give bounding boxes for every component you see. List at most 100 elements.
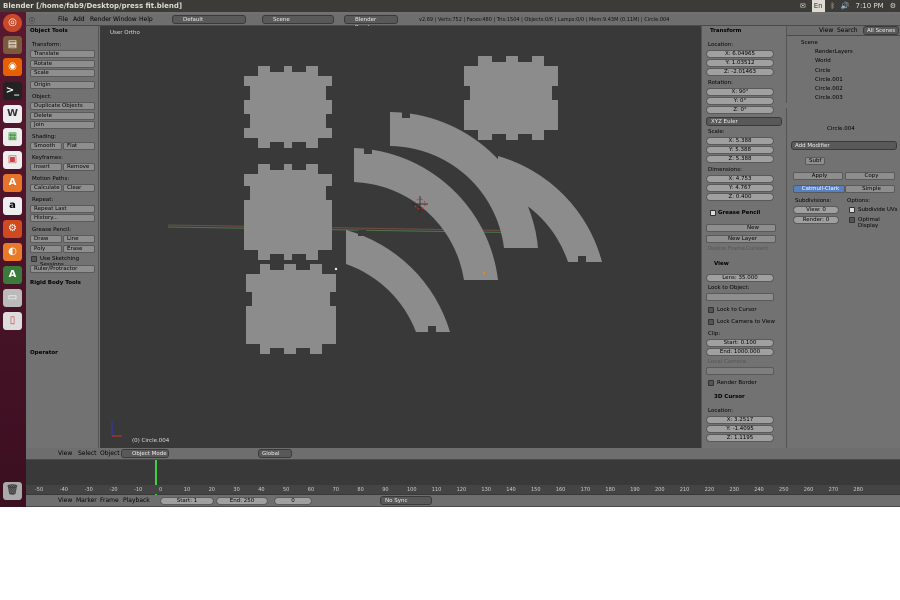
rigid-body-tools-title[interactable]: Rigid Body Tools xyxy=(30,280,81,286)
end-frame-field[interactable]: End: 250 xyxy=(216,497,268,505)
origin-button[interactable]: Origin xyxy=(30,81,95,89)
render-border-checkbox[interactable] xyxy=(708,380,714,386)
timeline-playback-menu[interactable]: Playback xyxy=(123,497,150,504)
ruler-button[interactable]: Ruler/Protractor xyxy=(30,265,95,273)
lens-field[interactable]: Lens: 35.000 xyxy=(706,274,774,282)
copy-button[interactable]: Copy xyxy=(845,172,895,180)
rotate-button[interactable]: Rotate xyxy=(30,60,95,68)
view-panel-title[interactable]: View xyxy=(714,261,729,267)
clear-button[interactable]: Clear xyxy=(63,184,95,192)
outliner-view-menu[interactable]: View xyxy=(819,27,833,34)
join-button[interactable]: Join xyxy=(30,121,95,129)
location-y-field[interactable]: Y: 1.03512 xyxy=(706,59,774,67)
grease-pencil-checkbox[interactable] xyxy=(710,210,716,216)
lock-camera-checkbox[interactable] xyxy=(708,319,714,325)
scale-y-field[interactable]: Y: 5.388 xyxy=(706,146,774,154)
lock-object-field[interactable] xyxy=(706,293,774,301)
amazon-icon[interactable]: a xyxy=(3,197,22,215)
timeline[interactable]: -50 -40 -30 -20 -10 0 10 20 30 40 50 60 70 80 90 100 110… xyxy=(26,460,900,507)
dimension-y-field[interactable]: Y: 4.767 xyxy=(706,184,774,192)
object-tools-title[interactable]: Object Tools xyxy=(30,28,68,34)
timeline-marker-menu[interactable]: Marker xyxy=(76,497,97,504)
outliner-item-world[interactable]: World xyxy=(815,58,831,64)
sync-select[interactable]: No Sync xyxy=(380,496,432,505)
insert-keyframe-button[interactable]: Insert xyxy=(30,163,62,171)
scene-select[interactable]: Scene xyxy=(262,15,334,24)
scale-x-field[interactable]: X: 5.388 xyxy=(706,137,774,145)
optimal-display-checkbox[interactable] xyxy=(849,217,855,223)
menu-add[interactable]: Add xyxy=(73,16,85,23)
lock-cursor-checkbox[interactable] xyxy=(708,307,714,313)
outliner-search-menu[interactable]: Search xyxy=(837,27,858,34)
operator-title[interactable]: Operator xyxy=(30,350,58,356)
blender-icon[interactable]: ◐ xyxy=(3,243,22,261)
subdivide-uvs-checkbox[interactable] xyxy=(849,207,855,213)
remove-keyframe-button[interactable]: Remove xyxy=(63,163,95,171)
transform-panel-title[interactable]: Transform xyxy=(710,28,741,34)
convert-button[interactable]: Convert xyxy=(746,246,768,252)
software-center-icon[interactable]: A xyxy=(3,174,22,192)
delete-frame-button[interactable]: Delete Frame xyxy=(708,246,745,252)
grease-pencil-new-button[interactable]: New xyxy=(706,224,776,232)
trash-icon[interactable]: 🗑 xyxy=(3,482,22,500)
mode-select[interactable]: Object Mode xyxy=(121,449,169,458)
info-editor-icon[interactable]: ⓘ xyxy=(29,16,35,25)
cursor-z-field[interactable]: Z: 1.1195 xyxy=(706,434,774,442)
rotation-x-field[interactable]: X: 90° xyxy=(706,88,774,96)
outliner-item-circle-003[interactable]: Circle.003 xyxy=(815,95,843,101)
menu-file[interactable]: File xyxy=(58,16,68,23)
language-indicator[interactable]: En xyxy=(811,0,825,12)
use-sketching-checkbox[interactable] xyxy=(31,256,37,262)
bluetooth-icon[interactable]: ᛒ xyxy=(831,0,835,12)
scale-z-field[interactable]: Z: 5.388 xyxy=(706,155,774,163)
translate-button[interactable]: Translate xyxy=(30,50,95,58)
line-button[interactable]: Line xyxy=(63,235,95,243)
menu-window[interactable]: Window xyxy=(113,16,137,23)
viewport-view-menu[interactable]: View xyxy=(58,450,72,457)
terminal-icon[interactable]: >_ xyxy=(3,82,22,100)
3d-viewport[interactable]: User Ortho (0) Circle.004 xyxy=(100,26,701,448)
volume-icon[interactable]: 🔊 xyxy=(841,0,850,12)
calc-icon[interactable]: ▦ xyxy=(3,128,22,146)
outliner-item-circle-001[interactable]: Circle.001 xyxy=(815,77,843,83)
clip-start-field[interactable]: Start: 0.100 xyxy=(706,339,774,347)
orientation-select[interactable]: Global xyxy=(258,449,292,458)
cursor-y-field[interactable]: Y: -1.4095 xyxy=(706,425,774,433)
files-icon[interactable]: ▤ xyxy=(3,36,22,54)
dimension-x-field[interactable]: X: 4.753 xyxy=(706,175,774,183)
render-level-field[interactable]: Render: 0 xyxy=(793,216,839,224)
clock[interactable]: 7:10 PM xyxy=(856,0,884,12)
current-frame-field[interactable]: 0 xyxy=(274,497,312,505)
app-icon[interactable]: ▯ xyxy=(3,312,22,330)
apply-button[interactable]: Apply xyxy=(793,172,843,180)
draw-button[interactable]: Draw xyxy=(30,235,62,243)
location-z-field[interactable]: Z: -2.01463 xyxy=(706,68,774,76)
timeline-frame-menu[interactable]: Frame xyxy=(100,497,119,504)
catmull-clark-button[interactable]: Catmull-Clark xyxy=(793,185,845,193)
timeline-view-menu[interactable]: View xyxy=(58,497,72,504)
settings-icon[interactable]: ⚙ xyxy=(3,220,22,238)
dimension-z-field[interactable]: Z: 0.400 xyxy=(706,193,774,201)
power-icon[interactable]: ⚙ xyxy=(890,0,896,12)
simple-button[interactable]: Simple xyxy=(845,185,895,193)
outliner-item-circle[interactable]: Circle xyxy=(815,68,830,74)
outliner-item-scene[interactable]: Scene xyxy=(801,40,818,46)
grease-pencil-panel-title[interactable]: Grease Pencil xyxy=(718,210,760,216)
local-camera-field[interactable] xyxy=(706,367,774,375)
dash-icon[interactable]: ◎ xyxy=(3,14,22,32)
start-frame-field[interactable]: Start: 1 xyxy=(160,497,214,505)
rotation-mode-select[interactable]: XYZ Euler xyxy=(706,117,782,126)
writer-icon[interactable]: W xyxy=(3,105,22,123)
menu-render[interactable]: Render xyxy=(90,16,111,23)
3d-cursor-panel-title[interactable]: 3D Cursor xyxy=(714,394,745,400)
rotation-y-field[interactable]: Y: 0° xyxy=(706,97,774,105)
smooth-button[interactable]: Smooth xyxy=(30,142,62,150)
new-layer-button[interactable]: New Layer xyxy=(706,235,776,243)
flat-button[interactable]: Flat xyxy=(63,142,95,150)
erase-button[interactable]: Erase xyxy=(63,245,95,253)
drive-icon[interactable]: ▭ xyxy=(3,289,22,307)
render-engine-select[interactable]: Blender Render xyxy=(344,15,398,31)
impress-icon[interactable]: ▣ xyxy=(3,151,22,169)
menu-help[interactable]: Help xyxy=(139,16,153,23)
layout-select[interactable]: Default xyxy=(172,15,246,24)
